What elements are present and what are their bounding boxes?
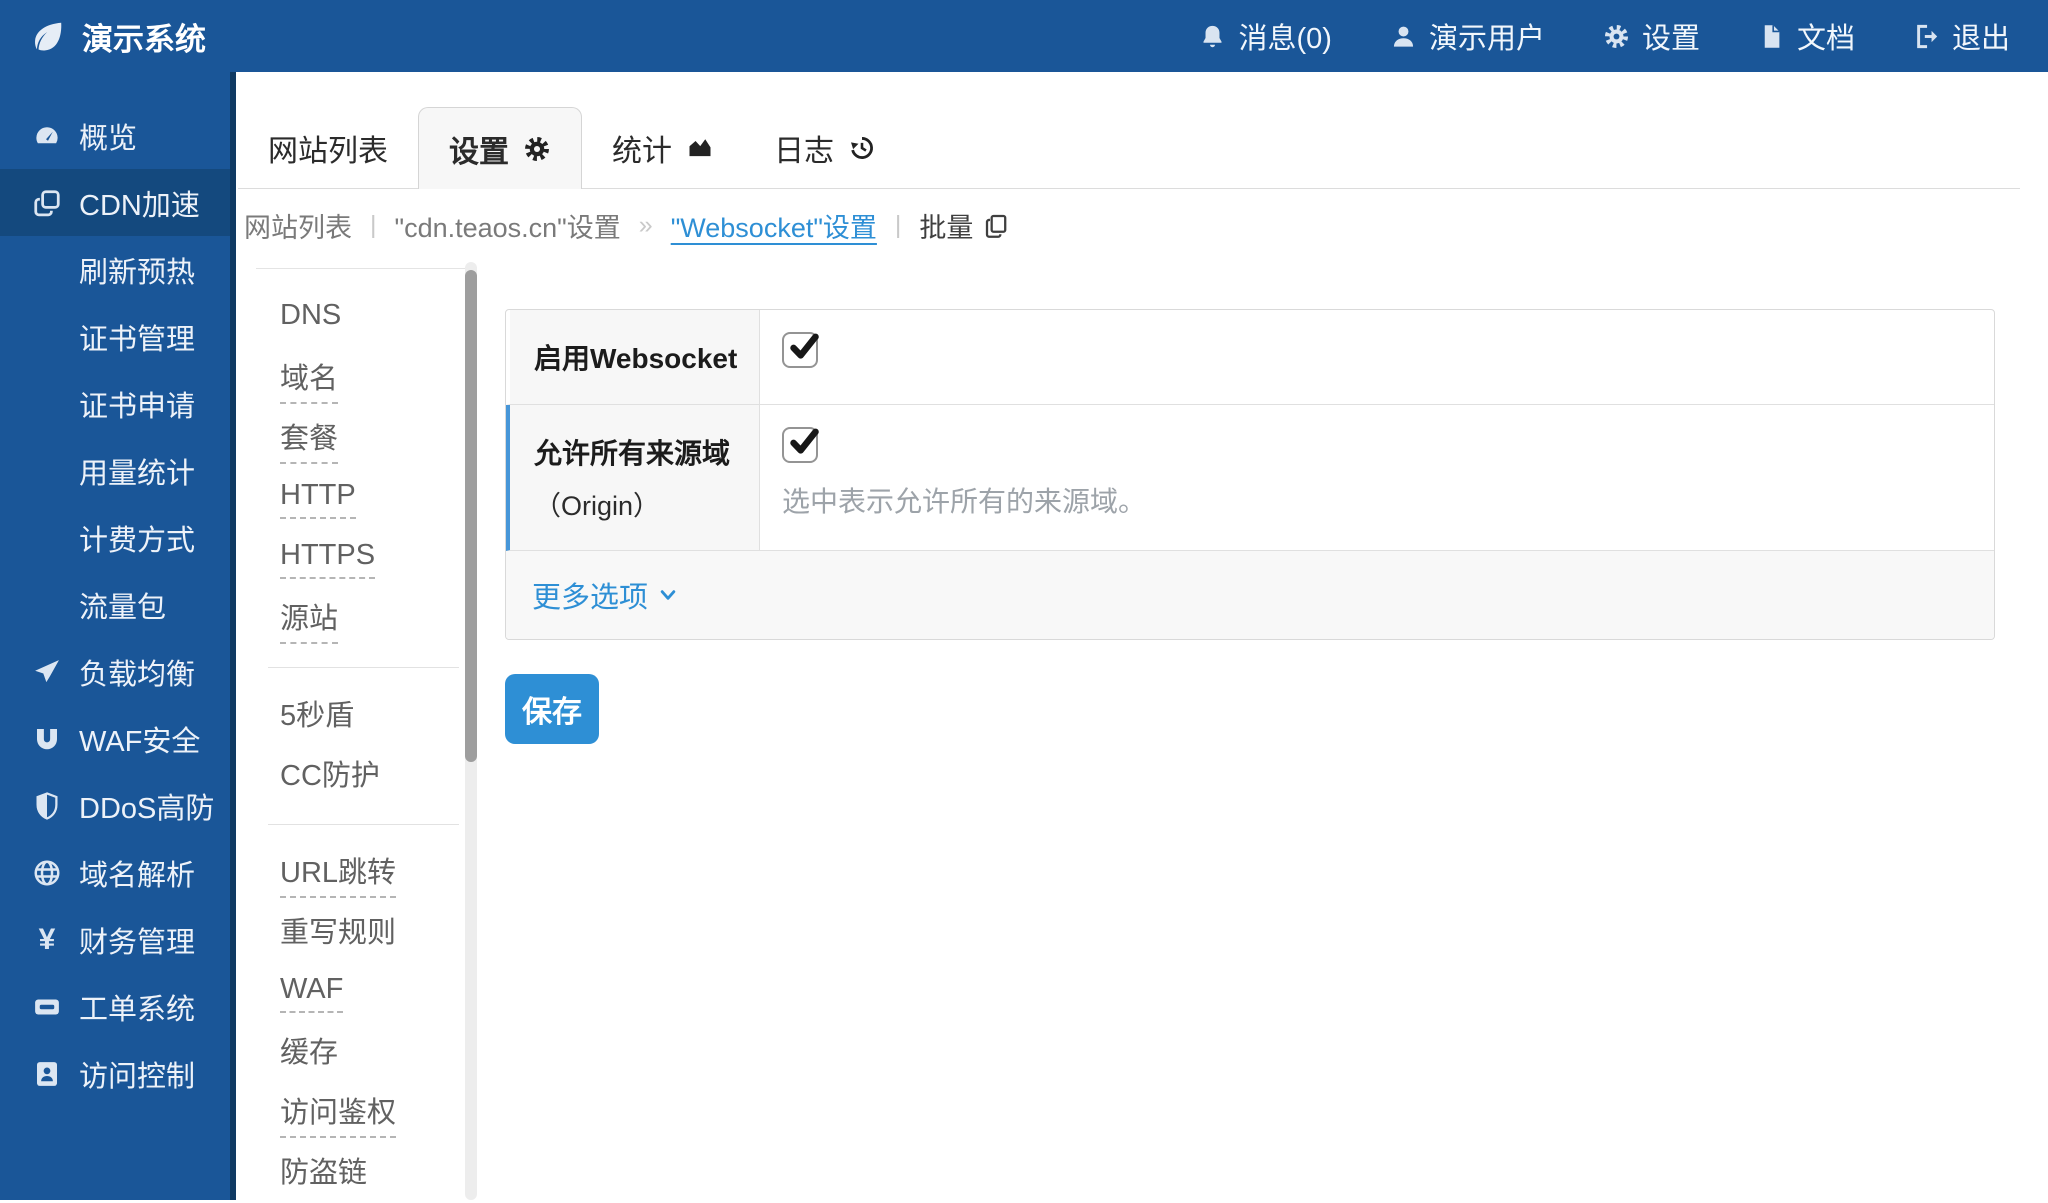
clone-icon [32,188,62,218]
topbar-item-settings[interactable]: 设置 [1603,15,1700,57]
tab-site-list[interactable]: 网站列表 [238,107,418,189]
main-content: 网站列表 设置 统计 日志 [236,72,2048,1200]
table-footer: 更多选项 [506,551,1994,639]
tab-settings[interactable]: 设置 [418,107,582,189]
tab-bar: 网站列表 设置 统计 日志 [238,107,2020,189]
allow-all-origins-checkbox[interactable] [782,427,818,463]
magnet-icon [32,724,62,754]
subnav-scrollbar-thumb[interactable] [465,270,477,762]
chevron-down-icon [658,585,678,605]
sidebar-item-finance[interactable]: ¥ 财务管理 [0,906,230,973]
subnav-item-5s-shield[interactable]: 5秒盾 [280,686,465,746]
brand: 演示系统 [30,14,206,59]
sidebar-item-billing-method[interactable]: 计费方式 [0,504,230,571]
form-row-enable-websocket: 启用Websocket [506,310,1994,405]
sidebar-item-overview[interactable]: 概览 [0,102,230,169]
leaf-icon [30,18,66,54]
subnav-item-plan[interactable]: 套餐 [280,409,465,469]
subnav-item-cache[interactable]: 缓存 [280,1023,465,1083]
sign-out-icon [1913,23,1940,50]
copy-icon [983,213,1009,239]
sidebar-item-load-balancer[interactable]: 负载均衡 [0,638,230,705]
sidebar-item-waf[interactable]: WAF安全 [0,705,230,772]
subnav-item-rewrite-rules[interactable]: 重写规则 [280,903,465,963]
history-icon [848,134,876,162]
bell-icon [1199,23,1226,50]
allow-all-origins-label: 允许所有来源域 [534,432,749,472]
dashboard-icon [32,121,62,151]
sidebar-item-traffic-package[interactable]: 流量包 [0,571,230,638]
check-icon [786,329,822,365]
subnav-item-url-redirect[interactable]: URL跳转 [280,843,465,903]
user-icon [1390,23,1417,50]
sidebar-item-ddos[interactable]: DDoS高防 [0,772,230,839]
tab-statistics[interactable]: 统计 [582,107,744,189]
topbar-menu: 消息(0) 演示用户 设置 文档 [1199,15,2010,57]
sidebar: 概览 CDN加速 刷新预热 证书管理 证书申请 用量统计 计费方式 流量包 [0,72,236,1200]
websocket-settings-form: 启用Websocket 允许所有来源域 [505,309,1995,1200]
breadcrumb: 网站列表 | "cdn.teaos.cn"设置 » "Websocket"设置 … [244,189,2048,262]
sidebar-item-access-control[interactable]: 访问控制 [0,1040,230,1107]
subnav-item-auth[interactable]: 访问鉴权 [280,1083,465,1143]
topbar-item-docs[interactable]: 文档 [1758,15,1855,57]
topbar-item-user[interactable]: 演示用户 [1390,15,1545,57]
breadcrumb-batch-link[interactable]: 批量 [919,206,1009,245]
settings-subnav: DNS 域名 套餐 HTTP HTTPS 源站 5秒盾 CC防护 URL跳转 重… [256,268,465,1200]
subnav-item-hotlink[interactable]: 防盗链 [280,1143,465,1203]
gear-icon [1603,23,1630,50]
save-button[interactable]: 保存 [505,674,599,744]
globe-icon [32,858,62,888]
sidebar-item-cert-manage[interactable]: 证书管理 [0,303,230,370]
more-options-link[interactable]: 更多选项 [532,574,678,616]
subnav-item-waf[interactable]: WAF [280,963,465,1023]
breadcrumb-site-list[interactable]: 网站列表 [244,206,352,245]
enable-websocket-label: 启用Websocket [534,337,749,377]
sidebar-item-cdn[interactable]: CDN加速 [0,169,230,236]
yen-icon: ¥ [39,923,56,957]
chart-area-icon [686,134,714,162]
subnav-item-domain[interactable]: 域名 [280,349,465,409]
subnav-item-http[interactable]: HTTP [280,469,465,529]
check-icon [786,424,822,460]
topbar: 演示系统 消息(0) 演示用户 设置 [0,0,2048,72]
subnav-item-https[interactable]: HTTPS [280,529,465,589]
sidebar-item-usage-stats[interactable]: 用量统计 [0,437,230,504]
sidebar-item-tickets[interactable]: 工单系统 [0,973,230,1040]
gear-icon [523,135,551,163]
subnav-item-cc-protect[interactable]: CC防护 [280,746,465,806]
brand-title: 演示系统 [82,14,206,59]
topbar-item-logout[interactable]: 退出 [1913,15,2010,57]
sidebar-item-cert-apply[interactable]: 证书申请 [0,370,230,437]
breadcrumb-separator: | [895,211,902,240]
subnav-item-origin[interactable]: 源站 [280,589,465,649]
allow-all-origins-hint: 选中表示允许所有的来源域。 [782,480,1994,520]
breadcrumb-domain-settings[interactable]: "cdn.teaos.cn"设置 [395,206,621,245]
settings-table: 启用Websocket 允许所有来源域 [505,309,1995,640]
ticket-icon [32,992,62,1022]
tab-logs[interactable]: 日志 [744,107,906,189]
breadcrumb-separator: » [639,211,653,240]
form-row-allow-all-origins: 允许所有来源域 （Origin） 选中表示允许所有的来源域。 [506,405,1994,551]
topbar-item-messages[interactable]: 消息(0) [1199,15,1331,57]
breadcrumb-separator: | [370,211,377,240]
sidebar-item-dns-resolve[interactable]: 域名解析 [0,839,230,906]
breadcrumb-websocket-settings[interactable]: "Websocket"设置 [671,206,877,245]
paper-plane-icon [32,657,62,687]
origin-sublabel: （Origin） [534,484,749,523]
document-icon [1758,23,1785,50]
subnav-divider [268,824,459,825]
sidebar-item-refresh-preheat[interactable]: 刷新预热 [0,236,230,303]
id-card-icon [32,1059,62,1089]
enable-websocket-checkbox[interactable] [782,332,818,368]
subnav-divider [268,667,459,668]
shield-icon [32,791,62,821]
subnav-scrollbar[interactable] [465,262,477,1200]
subnav-item-dns[interactable]: DNS [280,289,465,349]
